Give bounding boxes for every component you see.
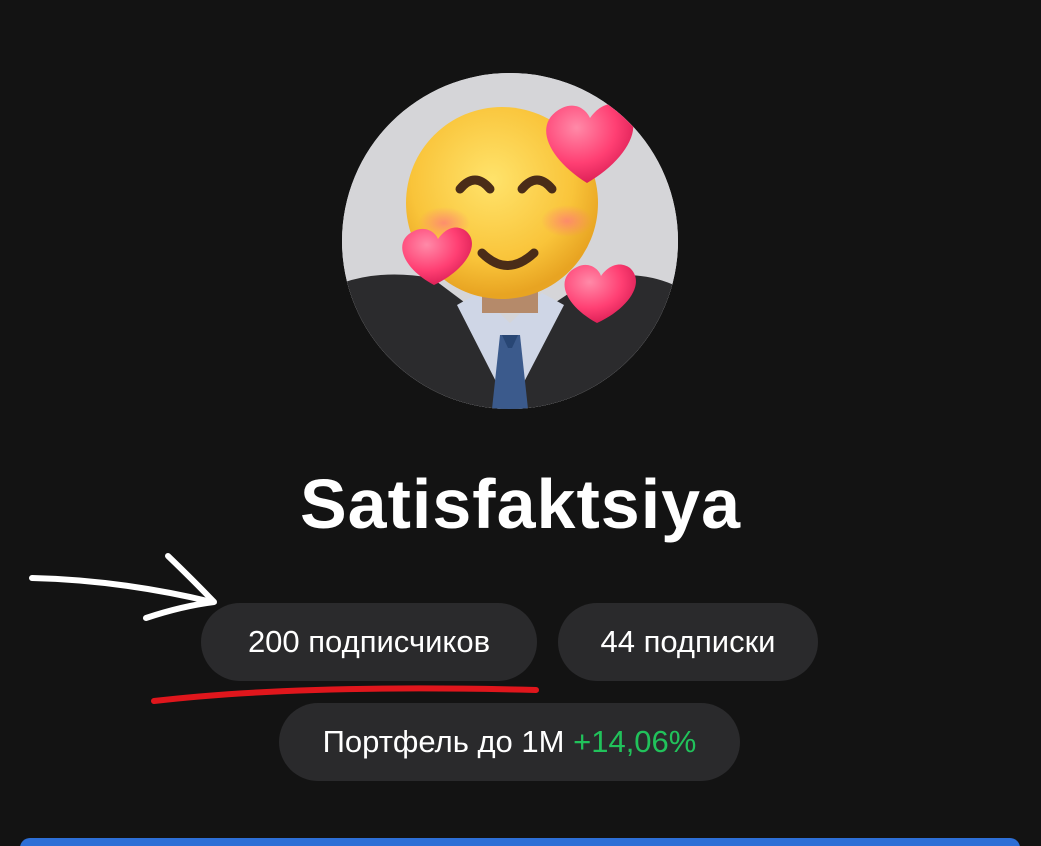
following-button[interactable]: 44 подписки — [558, 603, 818, 681]
followers-button[interactable]: 200 подписчиков — [201, 603, 537, 681]
smiling-face-with-hearts-icon — [342, 73, 678, 409]
profile-name: Satisfaktsiya — [299, 465, 742, 543]
following-label: 44 подписки — [600, 624, 776, 659]
avatar[interactable] — [342, 73, 678, 409]
profile-screen: Satisfaktsiya 200 подписчиков 44 подписк… — [0, 0, 1041, 846]
portfolio-button[interactable]: Портфель до 1M +14,06% — [279, 703, 740, 781]
followers-label: 200 подписчиков — [247, 624, 491, 659]
portfolio-change: +14,06% — [573, 724, 697, 759]
primary-action-bar[interactable] — [20, 838, 1020, 846]
portfolio-label: Портфель до 1M — [322, 724, 565, 759]
red-underline — [151, 685, 539, 704]
hand-drawn-arrow-icon — [29, 553, 217, 621]
